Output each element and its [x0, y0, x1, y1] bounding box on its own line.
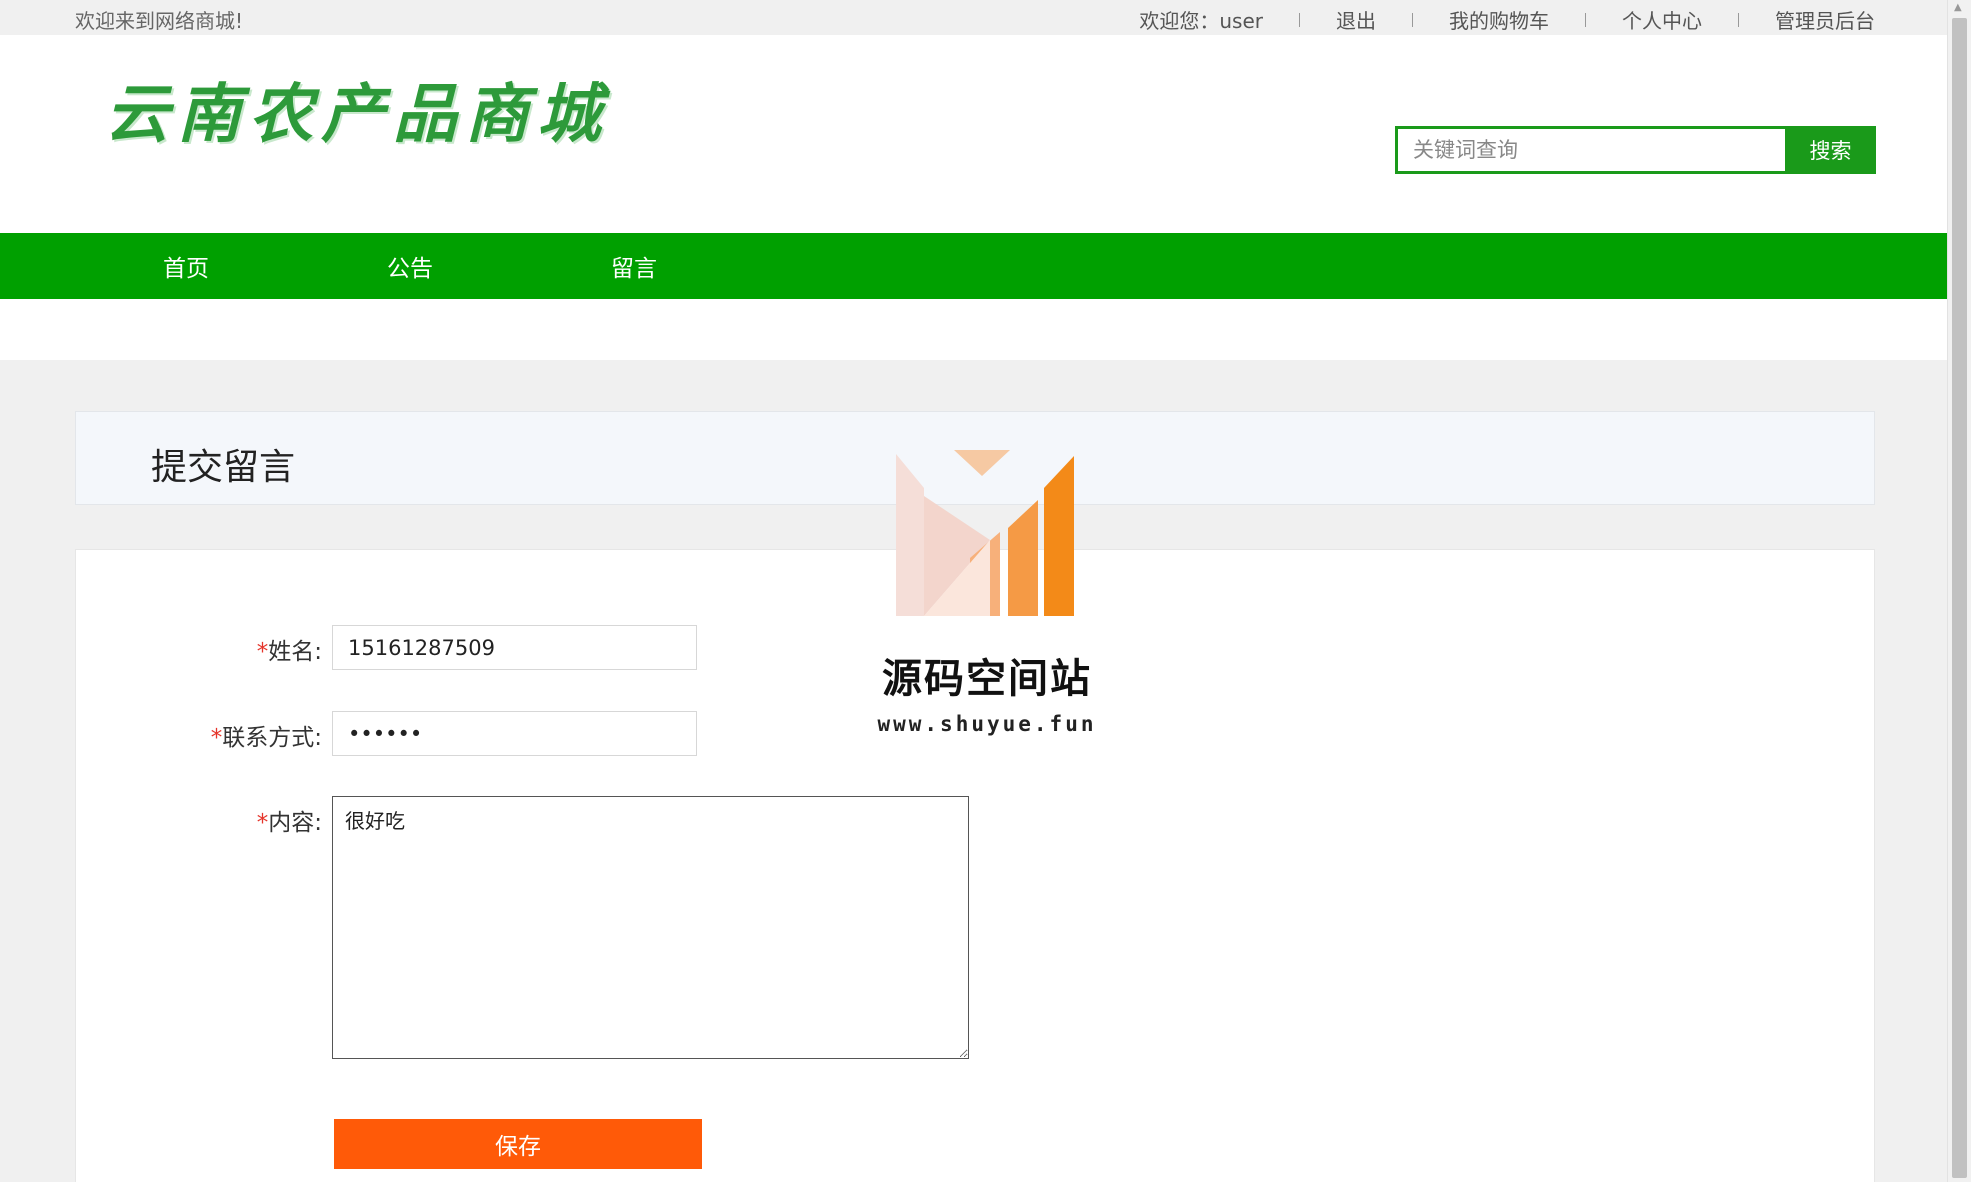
user-greeting: 欢迎您：user [1139, 9, 1263, 33]
page: 欢迎来到网络商城! 欢迎您：user 退出 我的购物车 个人中心 管理员后台 云… [0, 0, 1947, 1182]
name-label-text: 姓名: [268, 639, 322, 665]
required-mark: * [210, 725, 223, 751]
required-mark: * [256, 810, 269, 836]
save-button[interactable]: 保存 [334, 1119, 702, 1169]
contact-label-text: 联系方式: [222, 725, 322, 751]
nav-announcements[interactable]: 公告 [387, 249, 433, 283]
name-field[interactable] [332, 625, 697, 670]
watermark-logo-icon [896, 450, 1074, 616]
top-links: 欢迎您：user 退出 我的购物车 个人中心 管理员后台 [1139, 5, 1875, 34]
scrollbar-thumb[interactable] [1952, 18, 1967, 1178]
profile-link[interactable]: 个人中心 [1622, 5, 1702, 34]
page-title: 提交留言 [151, 447, 296, 488]
watermark: 源码空间站 www.shuyue.fun [872, 448, 1102, 736]
content-label-text: 内容: [268, 810, 322, 836]
required-mark: * [256, 639, 269, 665]
vertical-scrollbar[interactable]: ▲ [1947, 0, 1971, 1182]
contact-field[interactable] [332, 711, 697, 756]
content-label: *内容: [142, 803, 322, 837]
admin-link[interactable]: 管理员后台 [1775, 5, 1875, 34]
site-logo[interactable]: 云南农产品商城 [105, 63, 609, 155]
sub-bar [0, 299, 1947, 360]
search-input[interactable] [1395, 126, 1785, 174]
divider [1299, 12, 1300, 27]
nav-home[interactable]: 首页 [163, 249, 209, 283]
welcome-text: 欢迎来到网络商城! [75, 9, 244, 33]
scroll-up-icon[interactable]: ▲ [1954, 2, 1962, 13]
cart-link[interactable]: 我的购物车 [1449, 5, 1549, 34]
top-bar: 欢迎来到网络商城! 欢迎您：user 退出 我的购物车 个人中心 管理员后台 [0, 0, 1947, 35]
nav-messages[interactable]: 留言 [611, 249, 657, 283]
divider [1412, 12, 1413, 27]
main-nav: 首页 公告 留言 [0, 233, 1947, 299]
divider [1738, 12, 1739, 27]
name-label: *姓名: [142, 632, 322, 666]
search-button[interactable]: 搜索 [1785, 126, 1876, 174]
header: 云南农产品商城 搜索 [0, 35, 1947, 233]
logout-link[interactable]: 退出 [1336, 5, 1376, 34]
watermark-name: 源码空间站 [882, 656, 1092, 702]
watermark-url: www.shuyue.fun [877, 712, 1097, 736]
content-textarea[interactable]: 很好吃 [332, 796, 969, 1059]
search-bar: 搜索 [1395, 126, 1876, 174]
divider [1585, 12, 1586, 27]
contact-label: *联系方式: [142, 718, 322, 752]
